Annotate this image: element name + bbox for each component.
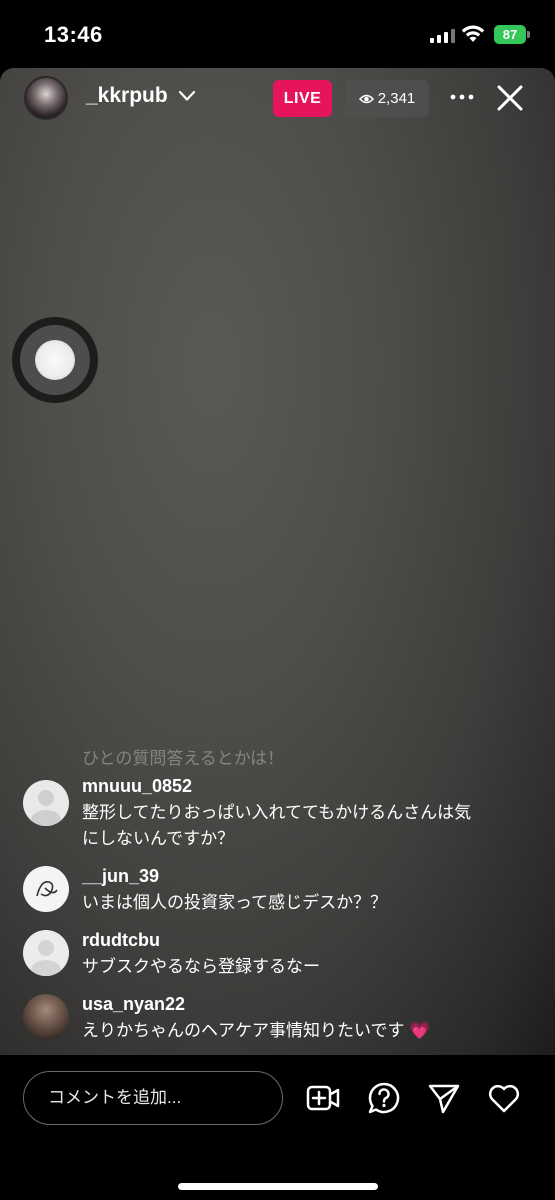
- default-avatar-icon: [31, 940, 61, 976]
- status-time: 13:46: [44, 22, 103, 47]
- host-username[interactable]: _kkrpub: [86, 84, 168, 108]
- share-send-icon[interactable]: [427, 1081, 461, 1115]
- commenter-username[interactable]: rdudtcbu: [82, 930, 160, 951]
- live-badge: LIVE: [273, 80, 332, 117]
- eye-icon: [358, 94, 374, 103]
- cellular-signal-icon: [430, 27, 455, 43]
- assistive-touch-button[interactable]: [12, 317, 98, 403]
- wifi-icon: [461, 25, 485, 42]
- live-header: _kkrpub LIVE 2,341: [0, 68, 555, 132]
- home-indicator[interactable]: [178, 1183, 378, 1190]
- viewer-count-badge[interactable]: 2,341: [345, 80, 429, 117]
- comment-text: 整形してたりおっぱい入れててもかけるんさんは気にしないんですか？: [82, 803, 472, 848]
- commenter-username[interactable]: usa_nyan22: [82, 994, 185, 1015]
- host-avatar[interactable]: [24, 76, 68, 120]
- comment-input[interactable]: コメントを追加...: [23, 1071, 283, 1125]
- more-options-icon[interactable]: [449, 84, 475, 110]
- commenter-avatar[interactable]: [23, 780, 69, 826]
- commenter-avatar[interactable]: [23, 994, 69, 1040]
- battery-tip: [527, 31, 530, 38]
- comment-text: サブスクやるなら登録するなー: [82, 957, 320, 976]
- battery-icon: 87: [494, 25, 526, 44]
- commenter-username[interactable]: __jun_39: [82, 866, 159, 887]
- heart-icon[interactable]: [487, 1081, 521, 1115]
- add-video-guest-icon[interactable]: [306, 1081, 340, 1115]
- comment-text: いまは個人の投資家って感じデスか？？: [82, 893, 388, 912]
- viewer-count: 2,341: [377, 90, 416, 107]
- chevron-down-icon[interactable]: [178, 90, 196, 102]
- status-bar: 13:46 87: [0, 0, 555, 68]
- close-icon[interactable]: [494, 82, 526, 114]
- assistive-touch-dot: [32, 337, 78, 383]
- hand-drawing-avatar-icon: [36, 880, 58, 897]
- faded-comment: ひとの質問答えるとかは！: [82, 749, 285, 768]
- question-icon[interactable]: [367, 1081, 401, 1115]
- commenter-avatar[interactable]: [23, 866, 69, 912]
- comment-text: えりかちゃんのヘアケア事情知りたいです 💗: [82, 1021, 431, 1040]
- live-video[interactable]: _kkrpub LIVE 2,341 ひとの質問答えるとかは！ mnuuu_08…: [0, 68, 555, 1055]
- bottom-action-bar: コメントを追加...: [0, 1055, 555, 1200]
- default-avatar-icon: [31, 790, 61, 826]
- commenter-avatar[interactable]: [23, 930, 69, 976]
- commenter-username[interactable]: mnuuu_0852: [82, 776, 192, 797]
